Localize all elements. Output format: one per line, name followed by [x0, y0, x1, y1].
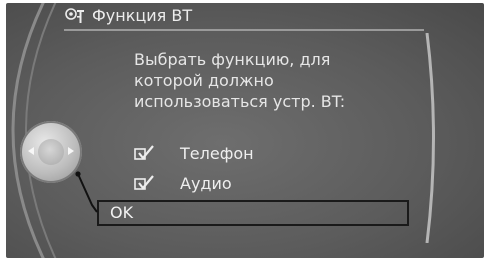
window-title-bar: Функция BT [64, 3, 424, 31]
prompt-text: Выбрать функцию, для которой должно испо… [134, 49, 404, 112]
arrow-right-icon [68, 147, 74, 155]
checkbox-checked-icon[interactable] [134, 174, 156, 192]
option-phone[interactable]: Телефон [134, 141, 254, 165]
checkbox-checked-icon[interactable] [134, 144, 156, 162]
controller-center [38, 139, 64, 165]
option-audio[interactable]: Аудио [134, 171, 232, 195]
option-phone-label: Телефон [180, 143, 254, 163]
option-audio-label: Аудио [180, 173, 232, 193]
idrive-controller-icon [20, 121, 82, 183]
prompt-line-1: Выбрать функцию, для [134, 50, 331, 69]
window-title: Функция BT [92, 6, 193, 25]
bt-function-screen: Функция BT Выбрать функцию, для которой … [6, 3, 484, 258]
arrow-left-icon [28, 147, 34, 155]
prompt-line-2: которой должно [134, 71, 274, 90]
bluetooth-settings-icon [64, 7, 86, 25]
ok-button[interactable]: OK [97, 200, 409, 226]
scroll-indicator-arc [425, 33, 435, 243]
prompt-line-3: использоваться устр. BT: [134, 92, 346, 111]
